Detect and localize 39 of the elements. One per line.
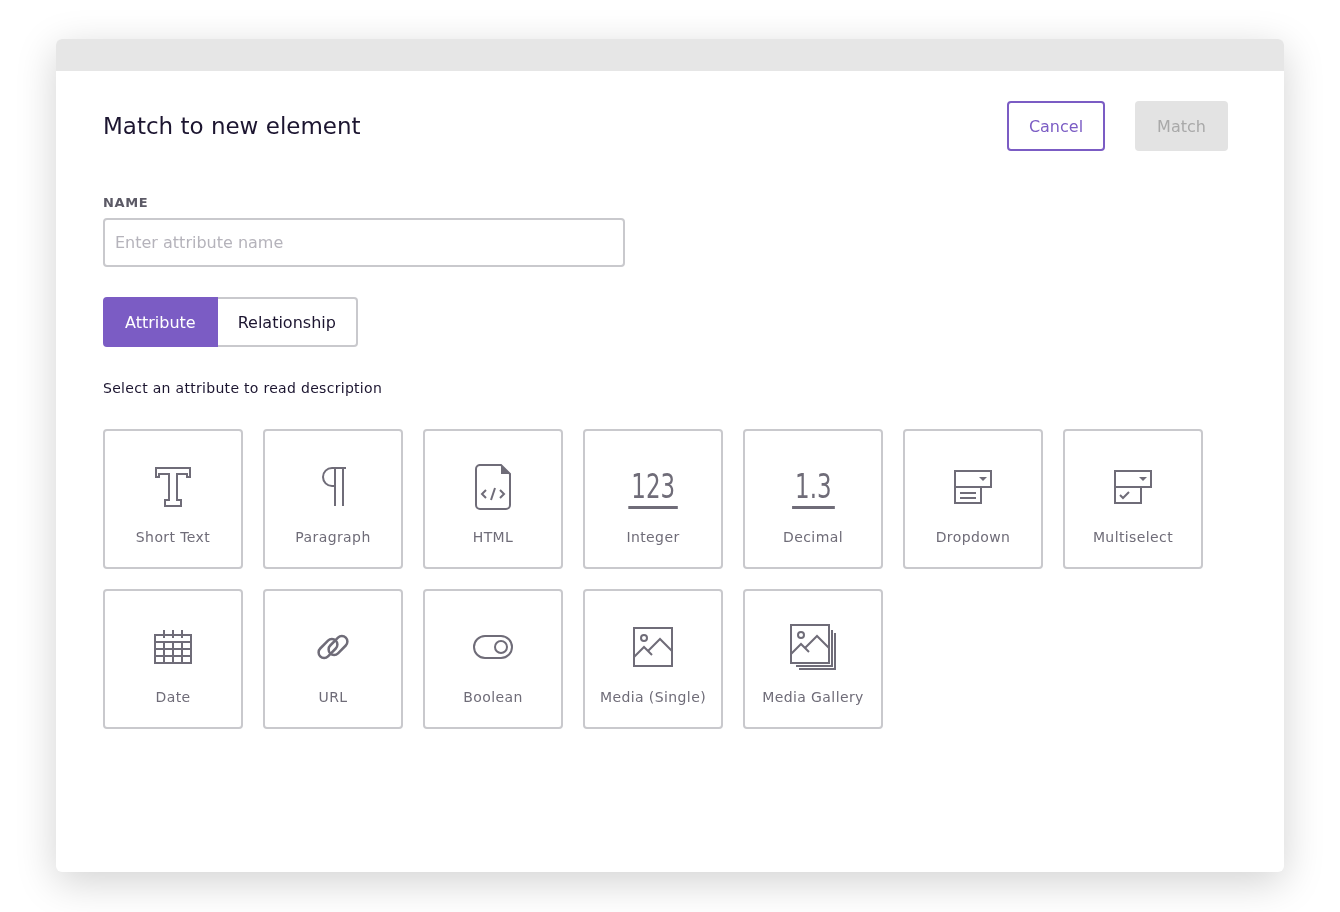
- dialog-title: Match to new element: [103, 113, 361, 139]
- cancel-button[interactable]: Cancel: [1007, 101, 1105, 151]
- attribute-type-tile[interactable]: 1.3 Decimal: [743, 429, 883, 569]
- code-file-icon: [475, 464, 511, 510]
- multiselect-icon: [1113, 469, 1153, 505]
- attribute-type-tile[interactable]: Date: [103, 589, 243, 729]
- attribute-type-tile[interactable]: URL: [263, 589, 403, 729]
- attribute-type-tile[interactable]: Media (Single): [583, 589, 723, 729]
- toggle-icon: [473, 635, 513, 659]
- tile-label: Multiselect: [1092, 529, 1174, 545]
- dropdown-icon: [953, 469, 993, 505]
- tile-label: Media Gallery: [762, 689, 864, 705]
- tile-label: Boolean: [463, 689, 523, 705]
- tile-label: Decimal: [783, 529, 843, 545]
- tab[interactable]: Attribute: [103, 297, 218, 347]
- attribute-type-tile[interactable]: Short Text: [103, 429, 243, 569]
- text-icon: [154, 466, 192, 508]
- attribute-type-tile[interactable]: Media Gallery: [743, 589, 883, 729]
- tab[interactable]: Relationship: [217, 297, 358, 347]
- attribute-type-tile[interactable]: HTML: [423, 429, 563, 569]
- tile-label: HTML: [472, 529, 514, 545]
- attribute-type-tile[interactable]: Paragraph: [263, 429, 403, 569]
- tile-label: Dropdown: [935, 529, 1011, 545]
- tile-label: Paragraph: [295, 529, 371, 545]
- field-label: NAME: [103, 195, 150, 210]
- tile-label: Integer: [626, 529, 680, 545]
- gallery-icon: [790, 624, 836, 670]
- calendar-icon: [153, 629, 193, 665]
- attribute-type-tile[interactable]: Boolean: [423, 589, 563, 729]
- attribute-type-tile[interactable]: Multiselect: [1063, 429, 1203, 569]
- image-icon: [633, 627, 673, 667]
- tile-label: URL: [318, 689, 348, 705]
- tile-label: Date: [155, 689, 191, 705]
- tile-label: Short Text: [135, 529, 211, 545]
- attribute-type-tile[interactable]: Dropdown: [903, 429, 1043, 569]
- attribute-type-tile[interactable]: 123 Integer: [583, 429, 723, 569]
- hint-text: Select an attribute to read description: [103, 380, 384, 396]
- name-input-field[interactable]: Enter attribute name: [103, 218, 625, 267]
- tile-label: Media (Single): [599, 689, 707, 705]
